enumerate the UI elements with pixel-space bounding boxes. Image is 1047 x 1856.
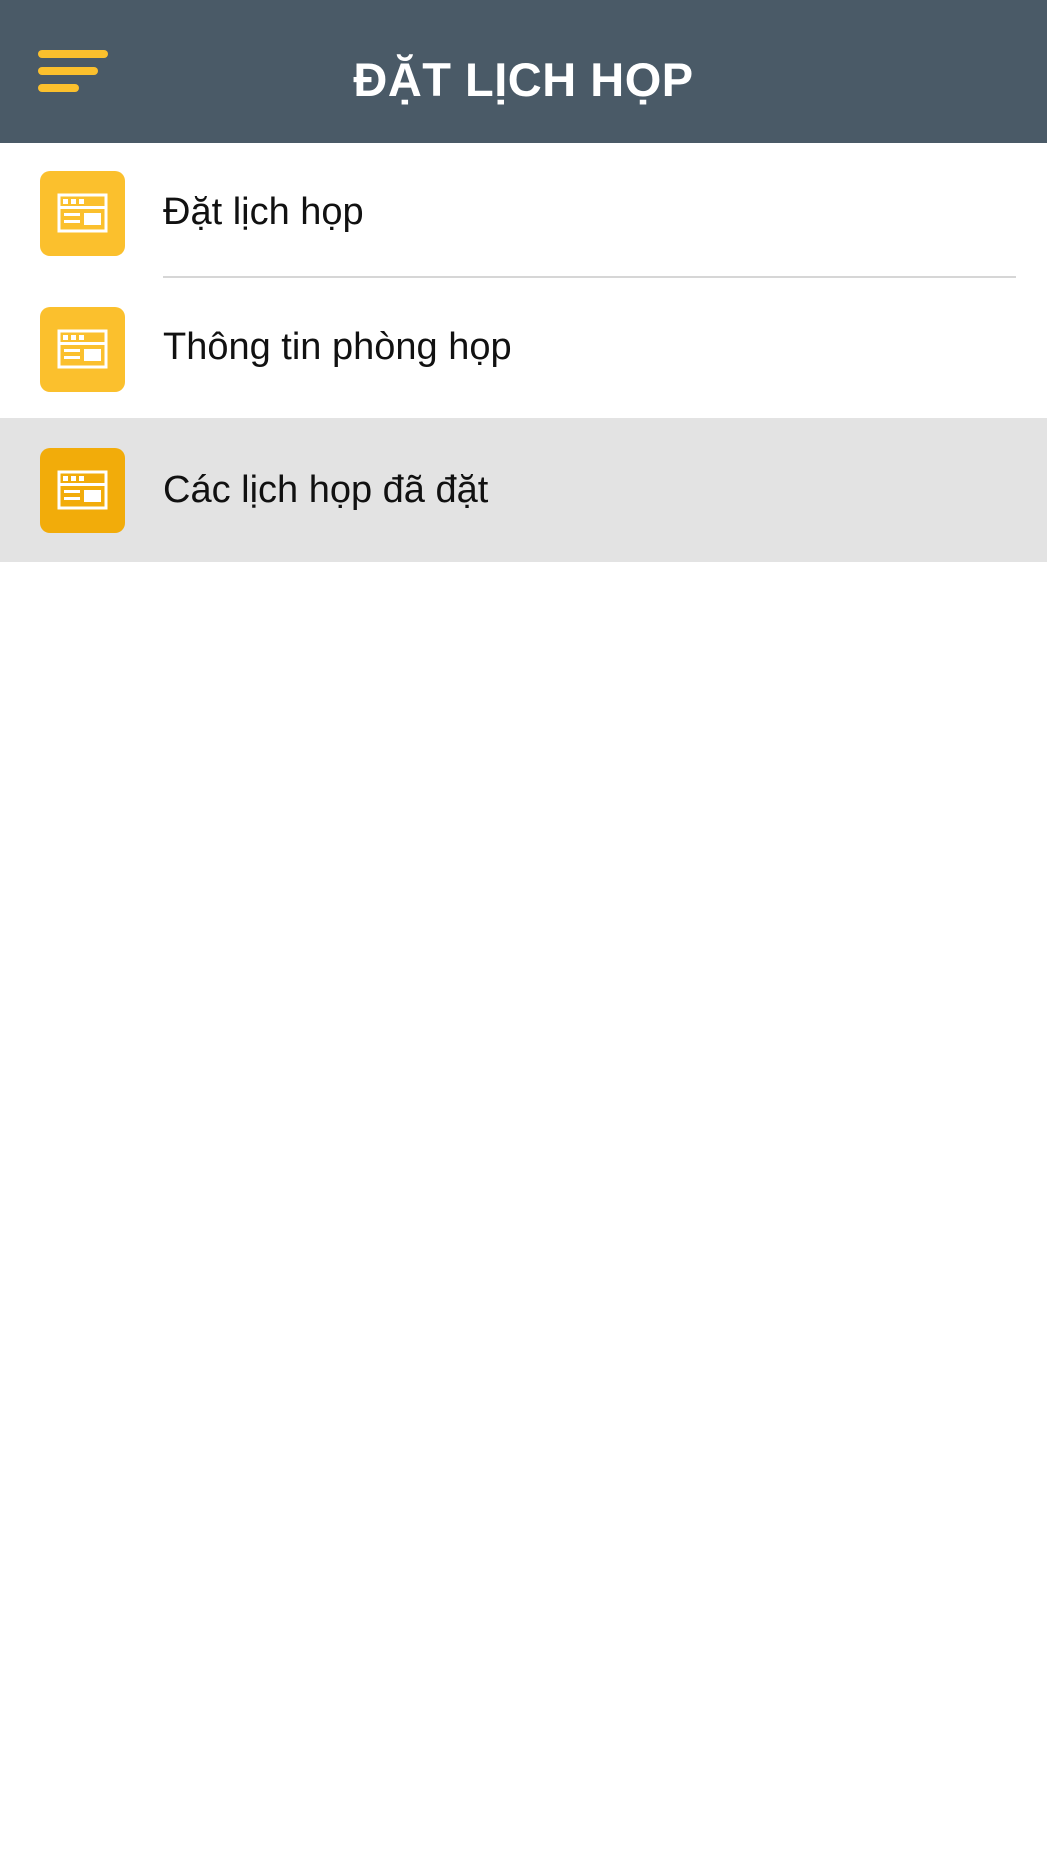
menu-item-thong-tin-phong-hop[interactable]: Thông tin phòng họp <box>0 278 1047 418</box>
menu-item-label: Đặt lịch họp <box>163 191 364 233</box>
calendar-window-icon <box>40 171 125 256</box>
page-title: ĐẶT LỊCH HỌP <box>353 53 694 106</box>
menu-item-label: Thông tin phòng họp <box>163 326 512 368</box>
menu-item-cac-lich-hop-da-dat[interactable]: Các lịch họp đã đặt <box>0 418 1047 562</box>
menu-item-dat-lich-hop[interactable]: Đặt lịch họp <box>0 143 1047 278</box>
menu-list: Đặt lịch họp Thông tin phòng họp Các lịc… <box>0 143 1047 562</box>
calendar-window-icon <box>40 307 125 392</box>
calendar-window-icon <box>40 448 125 533</box>
menu-item-label: Các lịch họp đã đặt <box>163 469 489 511</box>
app-header: ĐẶT LỊCH HỌP <box>0 0 1047 143</box>
